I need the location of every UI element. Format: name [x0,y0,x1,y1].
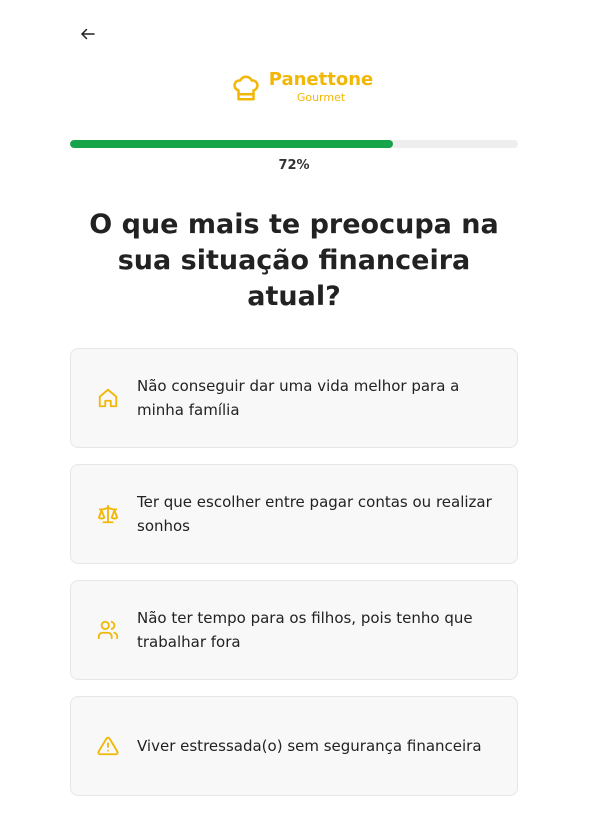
option-bills-dreams[interactable]: Ter que escolher entre pagar contas ou r… [70,464,518,564]
users-icon [96,618,120,642]
option-family[interactable]: Não conseguir dar uma vida melhor para a… [70,348,518,448]
alert-triangle-icon [96,734,120,758]
back-button[interactable] [76,22,100,46]
progress-fill [70,140,393,148]
options-list: Não conseguir dar uma vida melhor para a… [70,348,518,812]
option-stress[interactable]: Viver estressada(o) sem segurança financ… [70,696,518,796]
brand-subtitle: Gourmet [296,91,346,104]
option-label: Viver estressada(o) sem segurança financ… [137,737,482,755]
scale-icon [96,502,120,526]
option-label: Não ter tempo para os filhos, pois tenho… [137,609,473,651]
chef-hat-icon [233,75,259,101]
progress-bar [70,140,518,148]
option-label: Ter que escolher entre pagar contas ou r… [137,493,492,535]
arrow-left-icon [81,28,95,40]
option-time-children[interactable]: Não ter tempo para os filhos, pois tenho… [70,580,518,680]
question-title: O que mais te preocupa na sua situação f… [89,209,499,312]
progress-label: 72% [278,158,310,173]
brand-logo: Panettone Gourmet [0,68,604,104]
option-label: Não conseguir dar uma vida melhor para a… [137,377,460,419]
home-icon [96,386,120,410]
brand-name: Panettone [268,69,374,90]
